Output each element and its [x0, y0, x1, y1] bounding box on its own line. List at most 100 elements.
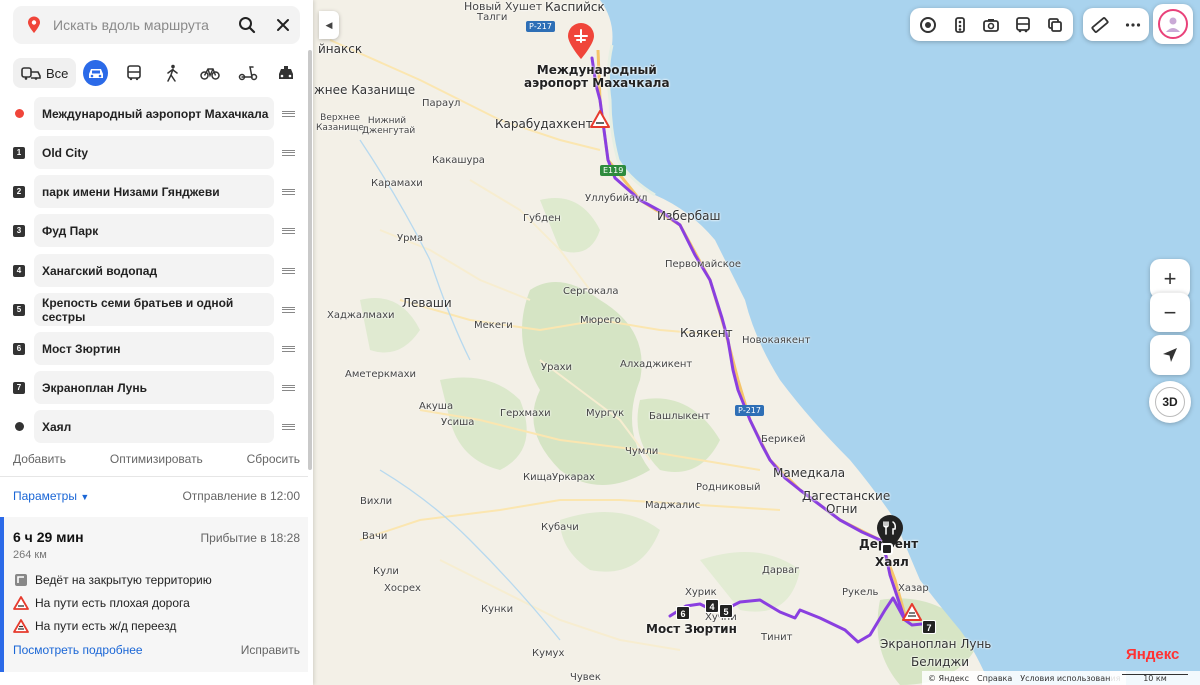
ruler-button[interactable] [1084, 9, 1116, 41]
mode-all-button[interactable]: Все [13, 58, 77, 88]
waypoint-input[interactable]: Международный аэропорт Махачкала [34, 97, 274, 130]
waypoint-input[interactable]: Ханагский водопад [34, 254, 274, 287]
bus-icon [1016, 16, 1031, 32]
drag-handle-icon[interactable] [274, 110, 302, 117]
map-label: Хурик [685, 587, 717, 598]
report-issue-link[interactable]: Исправить [241, 643, 300, 657]
help-link[interactable]: Справка [977, 674, 1012, 683]
map-label: Хосрех [384, 583, 421, 594]
route-warning: На пути есть плохая дорога [13, 594, 190, 612]
3d-view-button[interactable]: 3D [1149, 381, 1191, 423]
map-label: Маджалис [645, 500, 701, 511]
map-label: Берикей [761, 434, 806, 445]
waypoint-input[interactable]: Крепость семи братьев и одной сестры [34, 293, 274, 326]
airport-pin-icon[interactable] [566, 22, 596, 60]
warning-text: На пути есть ж/д переезд [35, 619, 177, 633]
waypoint-input[interactable]: Экраноплан Лунь [34, 371, 274, 404]
map-label: Парaул [422, 98, 461, 109]
waypoint-row: 5 Крепость семи братьев и одной сестры [8, 293, 303, 326]
map-label: Уркарах [552, 472, 596, 483]
map-label: Чумли [625, 446, 659, 457]
map-label: Тинит [761, 632, 793, 643]
waypoint-row: 3 Фуд Парк [8, 214, 303, 247]
triangle-left-icon: ◀ [325, 19, 333, 30]
map-label: Хаджалмахи [327, 310, 395, 321]
map-label: Каякент [680, 326, 733, 340]
railway-warning-icon[interactable] [902, 603, 922, 621]
add-waypoint-button[interactable]: Добавить [13, 452, 66, 466]
map-waypoint-marker[interactable]: 6 [676, 606, 690, 620]
map-waypoint-marker[interactable]: 7 [922, 620, 936, 634]
mode-car-button[interactable] [83, 60, 109, 86]
route-panel: Все Международный аэропорт Махачкала 1 O… [0, 0, 313, 685]
alice-assistant-button[interactable] [912, 9, 944, 41]
map-waypoint-marker[interactable]: 5 [719, 604, 733, 618]
panel-scrollbar[interactable] [308, 50, 312, 470]
avatar[interactable] [1158, 9, 1188, 39]
mode-walk-button[interactable] [153, 58, 191, 88]
waypoint-row: 4 Ханагский водопад [8, 254, 303, 287]
map-label: Вачи [362, 531, 388, 542]
bad-road-warning-icon [13, 596, 29, 610]
drag-handle-icon[interactable] [274, 149, 302, 156]
waypoint-number: 5 [13, 303, 25, 316]
map-waypoint-marker[interactable]: 4 [705, 599, 719, 613]
transport-button[interactable] [1007, 9, 1039, 41]
search-button[interactable] [231, 9, 263, 41]
map-label: йнакск [318, 42, 363, 56]
map-label: Чувек [570, 672, 601, 683]
params-label: Параметры [13, 489, 77, 503]
waypoint-number: 4 [13, 264, 25, 277]
drag-handle-icon[interactable] [274, 227, 302, 234]
more-button[interactable] [1117, 9, 1149, 41]
drag-handle-icon[interactable] [274, 188, 302, 195]
waypoint-input[interactable]: Фуд Парк [34, 214, 274, 247]
mode-taxi-button[interactable] [267, 58, 305, 88]
traffic-button[interactable] [944, 9, 976, 41]
locate-me-button[interactable] [1150, 335, 1190, 375]
map-label: Сергокала [563, 286, 619, 297]
user-icon [1166, 17, 1180, 32]
bad-road-warning-icon[interactable] [590, 110, 610, 128]
mode-scooter-button[interactable] [229, 58, 267, 88]
start-dot-icon [14, 109, 24, 118]
waypoint-input[interactable]: Мост Зюртин [34, 332, 274, 365]
params-dropdown[interactable]: Параметры ▼ [13, 489, 89, 503]
waypoint-input[interactable]: парк имени Низами Гянджеви [34, 175, 274, 208]
airport-label: Международный аэропорт Махачкала [524, 63, 670, 90]
map-label: Родниковый [696, 482, 761, 493]
waypoint-input[interactable]: Old City [34, 136, 274, 169]
search-input[interactable] [53, 17, 223, 33]
taxi-icon [279, 66, 294, 79]
restricted-area-icon [15, 574, 27, 586]
route-option-card[interactable]: 6 ч 29 мин Прибытие в 18:28 264 км Ведёт… [0, 517, 308, 672]
waypoint-number: 7 [13, 381, 25, 394]
terms-link[interactable]: Условия использования [1020, 674, 1120, 683]
route-details-link[interactable]: Посмотреть подробнее [13, 643, 143, 657]
yandex-logo: Яндекс [1126, 646, 1180, 663]
mode-bus-button[interactable] [115, 58, 153, 88]
waypoint-input[interactable]: Хаял [34, 410, 274, 443]
warning-text: Ведёт на закрытую территорию [35, 573, 212, 587]
drag-handle-icon[interactable] [274, 267, 302, 274]
mode-bike-button[interactable] [191, 58, 229, 88]
road-shield: E119 [600, 165, 627, 176]
collapse-panel-button[interactable]: ◀ [319, 11, 339, 39]
zoom-out-button[interactable]: − [1150, 292, 1190, 332]
drag-handle-icon[interactable] [274, 384, 302, 391]
drag-handle-icon[interactable] [274, 423, 302, 430]
hayal-pin-icon[interactable] [881, 543, 893, 555]
copyright-text: © Яндекс [928, 673, 970, 683]
optimize-button[interactable]: Оптимизировать [110, 452, 203, 466]
reset-button[interactable]: Сбросить [247, 452, 300, 466]
pedestrian-icon [167, 64, 178, 82]
map-label: Губден [523, 213, 561, 224]
departure-time[interactable]: Отправление в 12:00 [182, 489, 300, 503]
layers-button[interactable] [1039, 9, 1071, 41]
drag-handle-icon[interactable] [274, 306, 302, 313]
clear-route-button[interactable] [267, 9, 299, 41]
map-label: Аметеркмахи [345, 369, 416, 380]
panorama-button[interactable] [976, 9, 1008, 41]
bus-icon [127, 65, 141, 81]
drag-handle-icon[interactable] [274, 345, 302, 352]
